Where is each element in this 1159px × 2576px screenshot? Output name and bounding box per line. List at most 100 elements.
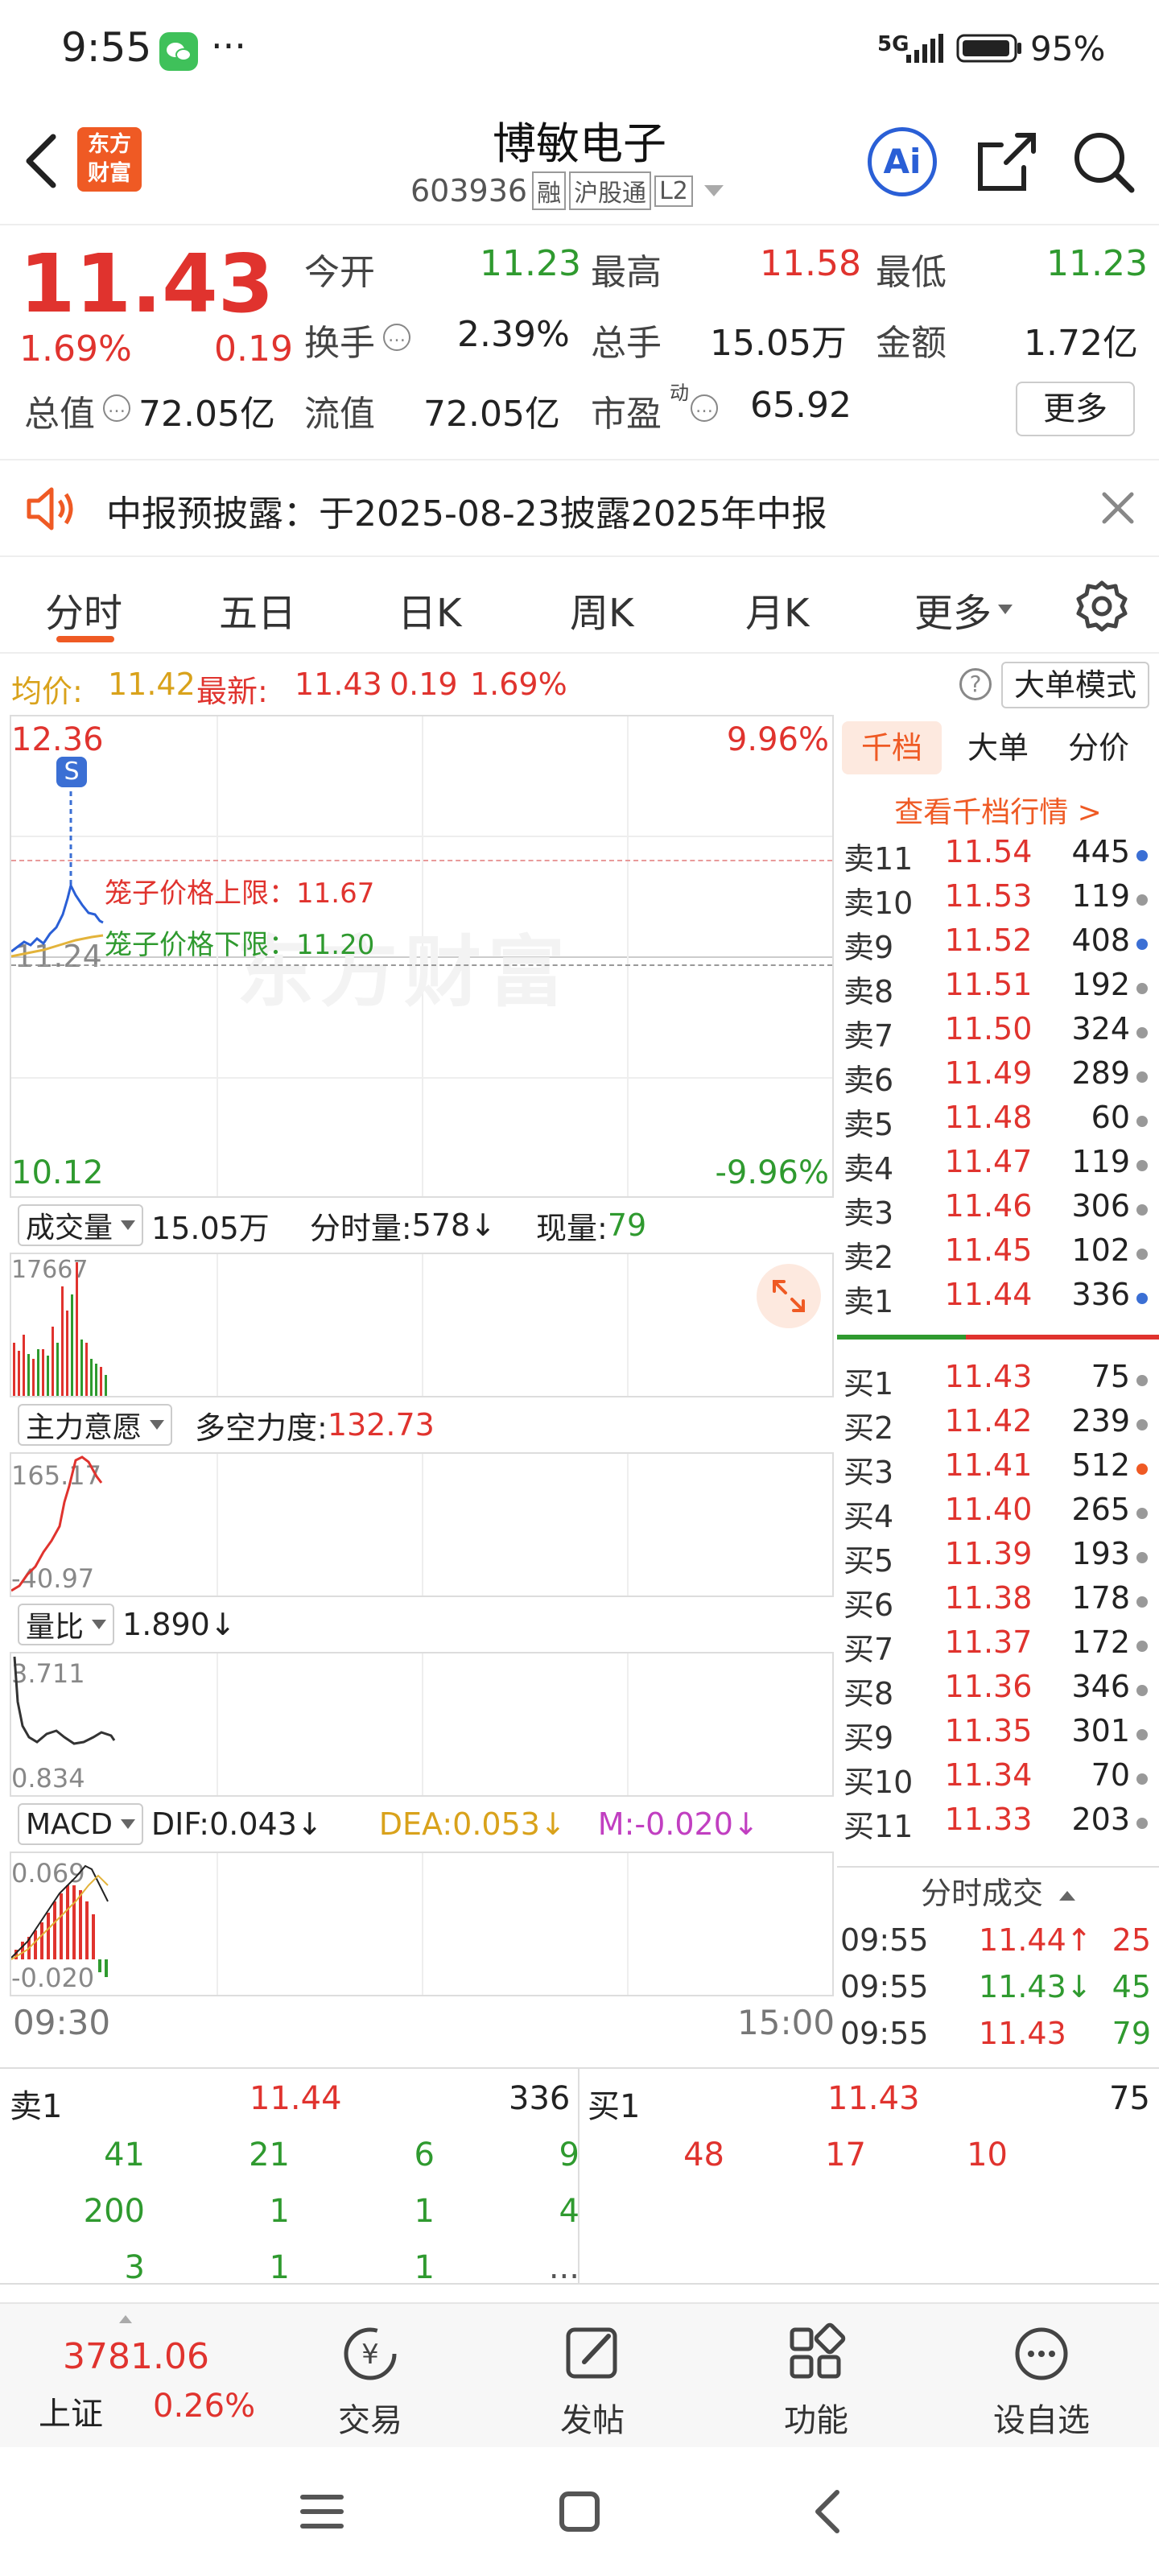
ask-row[interactable]: 卖9 11.52 408 — [837, 923, 1159, 967]
notice-bar[interactable]: 中报预披露：于2025-08-23披露2025年中报 — [0, 460, 1159, 557]
now-vol-label: 现量: — [536, 1210, 608, 1246]
level-dot-icon — [1136, 1027, 1148, 1038]
nav-post[interactable]: 发帖 — [520, 2322, 665, 2441]
bid-row[interactable]: 买5 11.39 193 — [837, 1536, 1159, 1580]
ask-row[interactable]: 卖4 11.47 119 — [837, 1144, 1159, 1188]
tab-month-k[interactable]: 月K — [745, 581, 809, 638]
share-icon[interactable] — [972, 129, 1040, 200]
info-icon[interactable]: … — [103, 394, 130, 422]
ask-row[interactable]: 卖6 11.49 289 — [837, 1055, 1159, 1100]
view-thousand-link[interactable]: 查看千档行情 > — [837, 789, 1159, 831]
level-dot-icon — [1136, 1685, 1148, 1696]
level-dot-icon — [1136, 1160, 1148, 1171]
level-volume: 172 — [1071, 1624, 1130, 1660]
trades-header[interactable]: 分时成交 — [837, 1866, 1159, 1918]
nav-add-watchlist[interactable]: 设自选 — [969, 2322, 1114, 2441]
intraday-price-chart[interactable]: 东方财富 12.36 9.96% 10.12 -9.96% 11.24 笼子价格… — [10, 715, 834, 1198]
trade-volume: 25 — [1112, 1922, 1151, 1958]
queue-cell: 21 — [249, 2136, 290, 2174]
bid-row[interactable]: 买4 11.40 265 — [837, 1492, 1159, 1536]
ask-row[interactable]: 卖10 11.53 119 — [837, 878, 1159, 923]
help-icon[interactable]: ? — [959, 668, 992, 700]
ask-row[interactable]: 卖11 11.54 445 — [837, 834, 1159, 878]
intent-chart[interactable]: 165.17 -40.97 — [10, 1452, 834, 1597]
level-dot-icon — [1136, 939, 1148, 950]
nav-trade[interactable]: ¥ 交易 — [298, 2322, 443, 2441]
tab-intraday[interactable]: 分时 — [45, 581, 122, 638]
home-icon[interactable] — [555, 2487, 604, 2536]
volume-chart[interactable]: 17667 — [10, 1253, 834, 1397]
ask-row[interactable]: 卖5 11.48 60 — [837, 1100, 1159, 1144]
bid-row[interactable]: 买1 11.43 75 — [837, 1359, 1159, 1403]
intent-selector[interactable]: 主力意愿 — [18, 1404, 173, 1446]
intent-value: 132.73 — [327, 1407, 435, 1443]
bid-row[interactable]: 买2 11.42 239 — [837, 1403, 1159, 1447]
level-price: 11.42 — [944, 1403, 1033, 1439]
ratio-selector[interactable]: 量比 — [18, 1604, 115, 1645]
ask-row[interactable]: 卖1 11.44 336 — [837, 1277, 1159, 1321]
bid-row[interactable]: 买6 11.38 178 — [837, 1580, 1159, 1624]
trade-icon: ¥ — [344, 2327, 397, 2380]
nav-functions[interactable]: 功能 — [744, 2322, 889, 2441]
book-tab-thousand[interactable]: 千档 — [842, 721, 942, 774]
close-icon[interactable] — [1098, 488, 1138, 531]
level-price: 11.37 — [944, 1624, 1033, 1660]
bid-row[interactable]: 买11 11.33 203 — [837, 1802, 1159, 1846]
intent-line-svg — [11, 1455, 103, 1592]
dropdown-icon[interactable] — [703, 185, 724, 196]
level-label: 买9 — [843, 1720, 894, 1756]
caret-down-icon — [998, 605, 1013, 614]
ask-row[interactable]: 卖3 11.46 306 — [837, 1188, 1159, 1232]
bid-row[interactable]: 买7 11.37 172 — [837, 1624, 1159, 1669]
level-price: 11.40 — [944, 1492, 1033, 1527]
sell-marker-badge[interactable]: S — [56, 757, 87, 787]
ask-row[interactable]: 卖2 11.45 102 — [837, 1232, 1159, 1277]
volume-selector[interactable]: 成交量 — [18, 1204, 144, 1246]
bid-row[interactable]: 买3 11.41 512 — [837, 1447, 1159, 1492]
bid-row[interactable]: 买10 11.34 70 — [837, 1757, 1159, 1802]
level-label: 卖10 — [843, 886, 914, 921]
queue-cell: 1 — [269, 2249, 290, 2286]
back-nav-icon[interactable] — [805, 2487, 853, 2536]
level-dot-icon — [1136, 1818, 1148, 1829]
period-tabs: 分时 五日 日K 周K 月K 更多 — [0, 557, 1159, 654]
level-volume: 445 — [1071, 834, 1130, 869]
info-icon[interactable]: … — [691, 394, 718, 422]
level-volume: 239 — [1071, 1403, 1130, 1439]
ratio-chart[interactable]: 3.711 0.834 — [10, 1652, 834, 1797]
eastmoney-logo[interactable]: 东方 财富 — [77, 127, 142, 192]
macd-selector[interactable]: MACD — [18, 1803, 143, 1845]
book-tab-price-dist[interactable]: 分价 — [1054, 721, 1143, 774]
battery-icon — [956, 32, 1024, 68]
expand-icon[interactable] — [757, 1264, 821, 1328]
back-icon[interactable] — [18, 129, 66, 196]
ask-row[interactable]: 卖7 11.50 324 — [837, 1011, 1159, 1055]
more-dots-icon — [1015, 2327, 1068, 2380]
level-dot-icon — [1136, 894, 1148, 906]
ask-row[interactable]: 卖8 11.51 192 — [837, 967, 1159, 1011]
macd-chart[interactable]: 0.069 -0.020 — [10, 1852, 834, 1996]
pe-value: 65.92 — [750, 385, 852, 426]
tab-more[interactable]: 更多 — [914, 581, 1013, 638]
index-widget[interactable]: 3781.06 上证 0.26% — [0, 2304, 274, 2449]
nav-trade-label: 交易 — [338, 2402, 402, 2439]
tab-five-day[interactable]: 五日 — [219, 581, 296, 638]
menu-icon[interactable] — [298, 2487, 346, 2536]
tab-week-k[interactable]: 周K — [570, 581, 633, 638]
info-icon[interactable]: … — [383, 324, 410, 351]
level-label: 卖3 — [843, 1195, 894, 1231]
bid-row[interactable]: 买9 11.35 301 — [837, 1713, 1159, 1757]
more-button[interactable]: 更多 — [1016, 382, 1135, 436]
queue-buy-total: 75 — [1109, 2080, 1150, 2117]
mcap-value: 72.05亿 — [138, 394, 275, 435]
latest-label: 最新: — [196, 674, 268, 709]
bid-row[interactable]: 买8 11.36 346 — [837, 1669, 1159, 1713]
search-icon[interactable] — [1070, 129, 1138, 200]
big-order-mode-button[interactable]: 大单模式 — [1001, 662, 1149, 708]
queue-cell: 1 — [414, 2249, 435, 2286]
settings-icon[interactable] — [1075, 580, 1128, 636]
book-tab-big-orders[interactable]: 大单 — [958, 721, 1038, 774]
level-price: 11.45 — [944, 1232, 1033, 1268]
tab-day-k[interactable]: 日K — [398, 581, 461, 638]
ai-button[interactable]: Ai — [868, 127, 937, 196]
